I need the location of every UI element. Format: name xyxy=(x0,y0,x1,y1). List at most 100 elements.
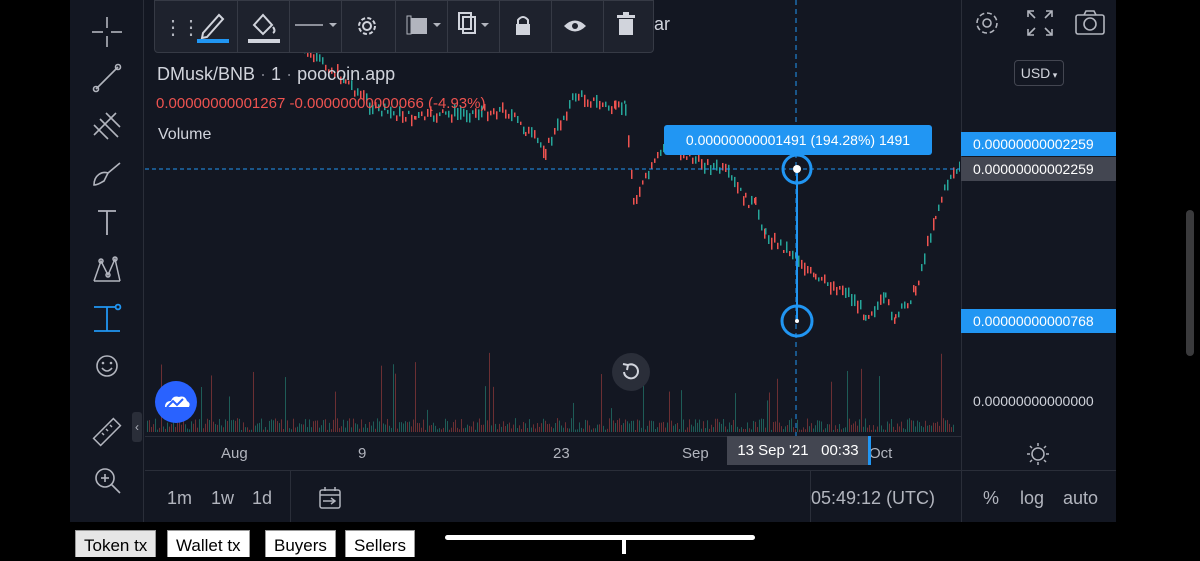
candle xyxy=(418,112,420,118)
volume-bar xyxy=(821,421,822,432)
lock-button[interactable] xyxy=(501,1,551,52)
volume-bar xyxy=(429,425,430,432)
candle xyxy=(854,294,856,307)
brush-icon[interactable] xyxy=(87,154,127,194)
axis-settings-button[interactable] xyxy=(1026,442,1050,466)
volume-bar xyxy=(595,428,596,432)
auto-toggle[interactable]: auto xyxy=(1063,488,1098,509)
currency-select[interactable]: USD ▾ xyxy=(1014,60,1064,86)
volume-bar xyxy=(631,420,632,432)
candle xyxy=(396,115,398,121)
candle xyxy=(935,215,937,220)
split-handle[interactable] xyxy=(622,536,626,554)
volume-bar xyxy=(319,427,320,432)
candle xyxy=(913,285,915,293)
candle xyxy=(771,237,773,250)
volume-bar xyxy=(381,365,382,432)
volume-bar xyxy=(671,420,672,432)
candle xyxy=(871,311,873,316)
volume-bar xyxy=(729,422,730,432)
candle xyxy=(651,162,653,169)
candle xyxy=(839,285,841,290)
candle xyxy=(493,108,495,115)
volume-bar xyxy=(445,418,446,432)
fib-tool-icon[interactable] xyxy=(87,106,127,146)
volume-bar xyxy=(581,427,582,432)
collapse-toolbar-handle[interactable]: ‹ xyxy=(132,412,142,442)
volume-bar xyxy=(563,427,564,432)
percent-toggle[interactable]: % xyxy=(983,488,999,509)
candle xyxy=(868,314,870,319)
candle xyxy=(918,280,920,286)
text-tool-icon[interactable] xyxy=(87,202,127,242)
volume-bar xyxy=(197,427,198,432)
volume-bar xyxy=(549,423,550,432)
goto-date-button[interactable] xyxy=(317,485,343,511)
settings-button[interactable] xyxy=(343,1,395,52)
measure-tool-icon[interactable] xyxy=(87,298,127,338)
candle xyxy=(725,163,727,173)
volume-bar xyxy=(285,377,286,432)
volume-bar xyxy=(867,427,868,432)
volume-bar xyxy=(393,364,394,432)
zoom-in-icon[interactable] xyxy=(87,460,127,500)
tradingview-logo-button[interactable] xyxy=(155,381,197,423)
volume-bar xyxy=(713,427,714,432)
range-1m-button[interactable]: 1m xyxy=(167,488,192,509)
tab-sellers[interactable]: Sellers xyxy=(345,530,415,557)
utc-clock[interactable]: 05:49:12 (UTC) xyxy=(811,488,935,509)
visibility-button[interactable] xyxy=(553,1,603,52)
candle xyxy=(421,111,423,117)
candle xyxy=(523,126,525,135)
clone-button[interactable] xyxy=(449,1,499,52)
scroll-handle[interactable] xyxy=(445,535,755,540)
pattern-tool-icon[interactable] xyxy=(87,250,127,290)
volume-bar xyxy=(201,386,202,432)
ruler-icon[interactable] xyxy=(87,412,127,452)
range-1w-button[interactable]: 1w xyxy=(211,488,234,509)
tab-token-tx[interactable]: Token tx xyxy=(75,530,157,557)
volume-bar xyxy=(473,421,474,432)
layers-icon xyxy=(406,15,441,35)
drawing-toolbar: ⋮⋮ xyxy=(154,0,654,53)
candle xyxy=(780,239,782,246)
volume-bar xyxy=(203,428,204,432)
volume-bar xyxy=(591,429,592,432)
volume-bar xyxy=(305,419,306,432)
volume-bar xyxy=(503,421,504,432)
page-scrollbar[interactable] xyxy=(1186,210,1194,356)
candle xyxy=(654,158,656,163)
trend-line-icon[interactable] xyxy=(87,58,127,98)
tab-wallet-tx[interactable]: Wallet tx xyxy=(167,530,250,557)
candle xyxy=(833,281,835,291)
emoji-icon[interactable] xyxy=(87,346,127,386)
volume-legend[interactable]: Volume xyxy=(158,126,211,144)
volume-bar xyxy=(367,427,368,432)
crosshair-icon[interactable] xyxy=(87,12,127,52)
candle xyxy=(502,102,504,113)
line-color-button[interactable] xyxy=(189,1,237,52)
range-1d-button[interactable]: 1d xyxy=(252,488,272,509)
candle xyxy=(950,174,952,180)
volume-bar xyxy=(833,429,834,432)
candle xyxy=(716,159,718,171)
line-style-button[interactable] xyxy=(291,1,341,52)
volume-bar xyxy=(391,427,392,432)
volume-bar xyxy=(257,423,258,432)
log-toggle[interactable]: log xyxy=(1020,488,1044,509)
candle xyxy=(602,102,604,108)
reset-chart-button[interactable] xyxy=(612,353,650,391)
symbol-legend[interactable]: DMusk/BNB · 1 · poocoin.app xyxy=(157,64,395,85)
volume-bar xyxy=(227,420,228,432)
tab-buyers[interactable]: Buyers xyxy=(265,530,336,557)
volume-bar xyxy=(831,381,832,432)
delete-button[interactable] xyxy=(605,1,651,52)
volume-bar xyxy=(243,422,244,432)
volume-bar xyxy=(275,418,276,432)
volume-bar xyxy=(309,419,310,432)
visual-order-button[interactable] xyxy=(397,1,447,52)
refresh-icon xyxy=(622,363,639,380)
volume-bar xyxy=(177,422,178,432)
candle xyxy=(768,235,770,244)
fill-color-button[interactable] xyxy=(239,1,289,52)
